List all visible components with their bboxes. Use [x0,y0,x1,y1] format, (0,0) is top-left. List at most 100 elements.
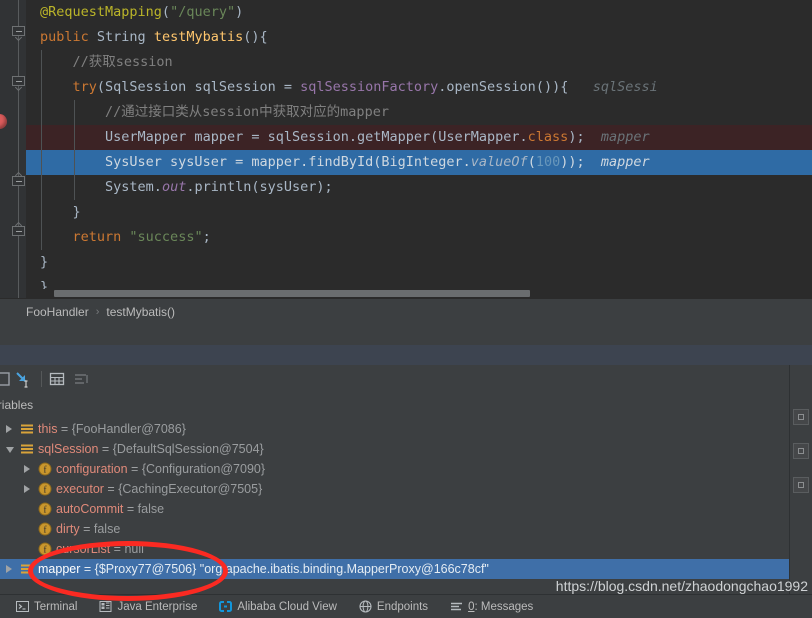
rail-button-1[interactable] [793,409,809,425]
debugger-tab-strip[interactable] [0,345,812,365]
debugger-right-rail [789,365,812,595]
code-token: (SqlSession sqlSession = [96,79,301,95]
code-token: (){ [243,29,268,45]
code-line[interactable]: public String testMybatis(){ [26,25,812,50]
code-token: )); [560,154,585,170]
code-token: .println(sysUser); [186,179,333,195]
code-token: class [527,129,569,145]
variable-value: {CachingExecutor@7505} [118,482,263,496]
code-token: public [40,29,97,45]
variable-name: this [38,422,58,436]
status-bar-item-endpoints[interactable]: Endpoints [359,600,428,613]
code-token: } [40,254,49,270]
status-bar-item-alibaba-cloud-view[interactable]: Alibaba Cloud View [219,600,337,613]
rail-button-3[interactable] [793,477,809,493]
status-bar-item-0-messages[interactable]: 0: Messages [450,600,533,613]
editor-gutter[interactable] [0,0,26,298]
code-fold-marker[interactable] [12,76,25,92]
code-line[interactable]: } [26,250,812,275]
svg-text:f: f [44,525,47,535]
code-fold-marker[interactable] [12,171,25,189]
code-token: out [161,179,187,195]
variable-name: dirty [56,522,80,536]
status-bar-item-terminal[interactable]: Terminal [16,600,77,613]
debugger-toolbar[interactable] [0,365,812,394]
code-line[interactable]: //获取session [26,50,812,75]
code-line[interactable]: System.out.println(sysUser); [26,175,812,200]
watermark-url: https://blog.csdn.net/zhaodongchao1992 [555,578,808,594]
code-token: ( [161,4,171,20]
status-bar-item-label: Java Enterprise [117,600,198,613]
variable-row[interactable]: sqlSession = {DefaultSqlSession@7504} [0,439,812,459]
chevron-right-icon[interactable] [6,559,15,579]
code-token: return [72,229,130,245]
chevron-right-icon[interactable] [24,459,33,479]
code-line[interactable]: //通过接口类从session中获取对应的mapper [26,100,812,125]
svg-text:f: f [44,485,47,495]
field-icon: f [38,542,52,556]
variable-row[interactable]: this = {FooHandler@7086} [0,419,812,439]
editor-horizontal-scrollbar[interactable] [26,289,812,298]
evaluate-expression-icon[interactable] [0,370,12,388]
status-bar[interactable]: Terminal Java Enterprise Alibaba Cloud Vie… [0,594,812,618]
variable-row[interactable]: mapper = {$Proxy77@7506} "org.apache.iba… [0,559,812,579]
chevron-right-icon[interactable] [6,419,15,439]
debugger-panel: Variables this = {FooHandler@7086}sqlSes… [0,365,812,595]
code-editor[interactable]: @RequestMapping("/query") public String t… [0,0,812,298]
code-line[interactable]: UserMapper mapper = sqlSession.getMapper… [26,125,812,150]
breakpoint-icon[interactable] [0,114,7,129]
variables-tab[interactable]: Variables [0,393,812,420]
variable-value: false [93,522,121,536]
variable-row[interactable]: f dirty = false [0,519,812,539]
messages-icon [450,600,463,613]
variable-row[interactable]: f cursorList = null [0,539,812,559]
status-bar-item-java-enterprise[interactable]: Java Enterprise [99,600,197,613]
variable-value: {FooHandler@7086} [71,422,186,436]
field-icon: f [38,502,52,516]
variable-equals: = [127,462,142,476]
code-line[interactable]: try(SqlSession sqlSession = sqlSessionFa… [26,75,812,100]
code-line[interactable]: } [26,200,812,225]
code-content[interactable]: @RequestMapping("/query") public String t… [26,0,812,298]
endpoints-icon [359,600,372,613]
code-token: String [96,29,154,45]
variable-name: sqlSession [38,442,99,456]
step-into-icon[interactable] [13,370,31,388]
variable-row[interactable]: f executor = {CachingExecutor@7505} [0,479,812,499]
breadcrumb-class[interactable]: FooHandler [26,305,89,319]
breadcrumb-separator-icon: › [95,306,100,318]
code-line[interactable]: @RequestMapping("/query") [26,0,812,25]
code-token: SysUser sysUser = mapper.findById(BigInt… [105,154,471,170]
editor-debugger-divider[interactable] [0,324,812,345]
code-token: 100 [535,154,561,170]
variable-equals: = [57,422,72,436]
code-token: //获取session [72,54,173,70]
chevron-right-icon[interactable] [24,479,33,499]
status-bar-item-label: Alibaba Cloud View [237,600,337,613]
code-line[interactable]: return "success"; [26,225,812,250]
editor-scrollbar-thumb[interactable] [54,290,530,297]
breadcrumb-method[interactable]: testMybatis() [106,305,175,319]
code-token: ); [568,129,585,145]
alibaba-cloud-icon [219,600,233,613]
variable-value: {Configuration@7090} [141,462,266,476]
code-fold-marker[interactable] [12,26,25,42]
variable-row[interactable]: f autoCommit = false [0,499,812,519]
code-token: .openSession()){ [438,79,569,95]
rail-button-2[interactable] [793,443,809,459]
code-token: mapper [584,154,650,170]
variable-row[interactable]: f configuration = {Configuration@7090} [0,459,812,479]
idea-window: @RequestMapping("/query") public String t… [0,0,812,618]
code-token: testMybatis [153,29,244,45]
chevron-down-icon[interactable] [6,439,15,459]
variable-value: null [124,542,144,556]
view-as-table-icon[interactable] [48,370,66,388]
variable-equals: = [80,562,95,576]
sort-values-icon[interactable] [72,370,90,388]
code-token: } [72,204,81,220]
variable-equals: = [110,542,125,556]
code-line[interactable]: SysUser sysUser = mapper.findById(BigInt… [26,150,812,175]
code-fold-marker[interactable] [12,221,25,239]
variables-tree[interactable]: this = {FooHandler@7086} sqlSession = {De… [0,419,812,595]
code-token: mapper [584,129,650,145]
